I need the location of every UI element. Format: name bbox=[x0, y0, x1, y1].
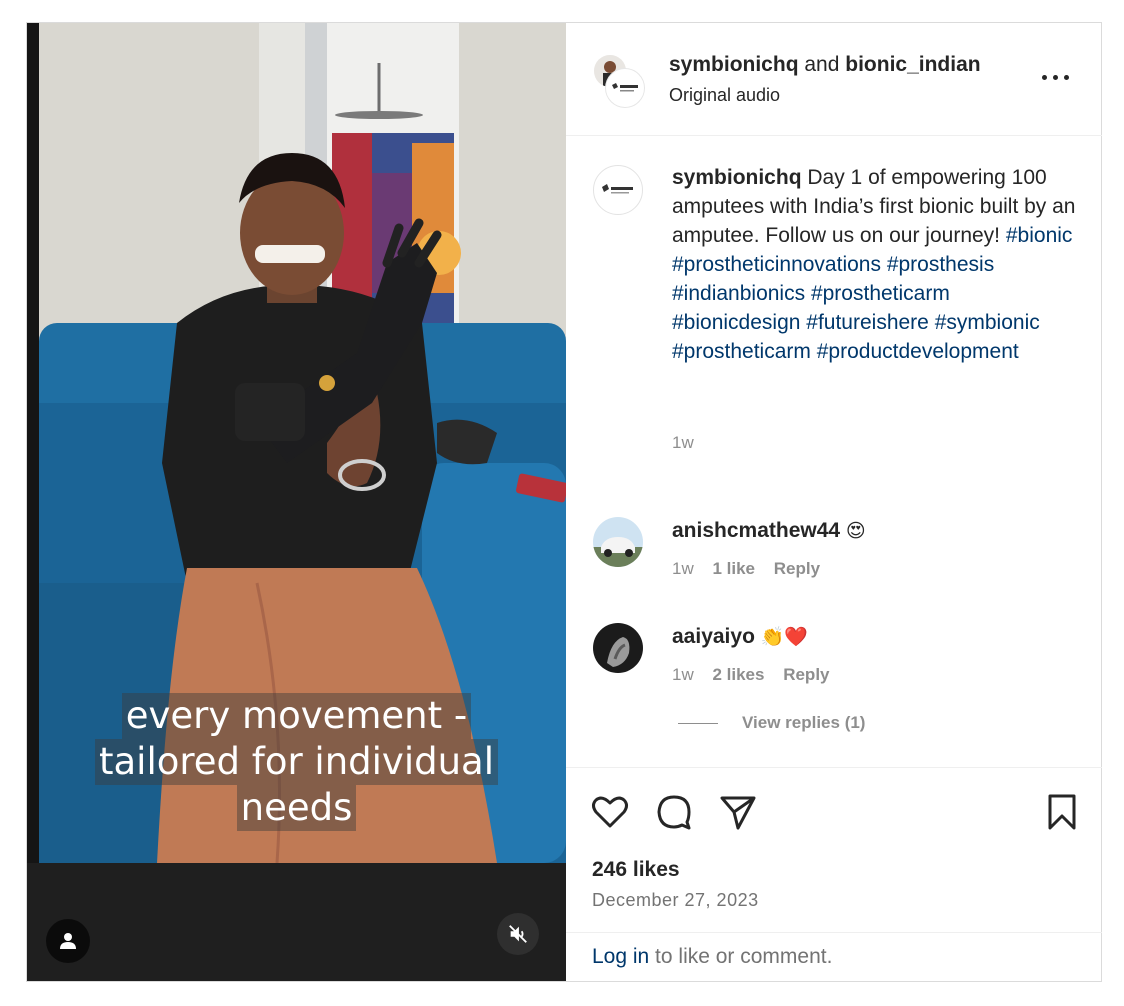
comment-body: 👏❤️ bbox=[760, 626, 809, 648]
post-card: every movement - tailored for individual… bbox=[26, 22, 1102, 982]
post-authors: symbionichq and bionic_indian bbox=[669, 53, 981, 77]
hashtag-link[interactable]: #prostheticarm bbox=[672, 340, 811, 363]
video-frame[interactable]: every movement - tailored for individual… bbox=[27, 23, 566, 863]
caption-line: needs bbox=[236, 785, 357, 831]
save-button[interactable] bbox=[1042, 792, 1082, 832]
collab-avatars[interactable] bbox=[592, 53, 644, 107]
comment-likes[interactable]: 2 likes bbox=[712, 665, 764, 684]
comment-text: anishcmathew44 😍 bbox=[672, 519, 866, 543]
video-caption: every movement - tailored for individual… bbox=[27, 693, 566, 831]
login-rest-text: to like or comment. bbox=[649, 945, 833, 968]
hashtag-link[interactable]: #prostheticinnovations bbox=[672, 253, 881, 276]
send-icon bbox=[720, 796, 756, 830]
audio-link[interactable]: Original audio bbox=[669, 85, 780, 106]
likes-count[interactable]: 246 likes bbox=[592, 858, 680, 882]
more-options-button[interactable] bbox=[1040, 65, 1072, 91]
hashtag-link[interactable]: #bionicdesign bbox=[672, 311, 800, 334]
hashtag-link[interactable]: #prosthesis bbox=[887, 253, 994, 276]
avatar[interactable] bbox=[593, 517, 643, 567]
author-link[interactable]: bionic_indian bbox=[845, 53, 980, 76]
comment-username[interactable]: aaiyaiyo bbox=[672, 625, 755, 648]
caption-line: every movement - bbox=[121, 693, 472, 739]
comments-section[interactable]: symbionichq Day 1 of empowering 100 ampu… bbox=[566, 137, 1102, 767]
comment-username[interactable]: anishcmathew44 bbox=[672, 519, 840, 542]
view-replies-button[interactable]: View replies (1) bbox=[678, 711, 865, 735]
comment-meta: 1w 1 like Reply bbox=[672, 559, 820, 579]
login-text: Log in to like or comment. bbox=[592, 945, 832, 969]
symbionic-logo-icon bbox=[612, 83, 638, 92]
hashtag-link[interactable]: #futureishere bbox=[806, 311, 929, 334]
avatar[interactable] bbox=[593, 165, 643, 215]
comment-body: 😍 bbox=[845, 520, 866, 542]
caption-line: tailored for individual bbox=[95, 739, 498, 785]
post-caption: symbionichq Day 1 of empowering 100 ampu… bbox=[672, 163, 1082, 366]
and-text: and bbox=[798, 53, 846, 76]
bookmark-icon bbox=[1048, 794, 1076, 830]
comment-button[interactable] bbox=[654, 792, 694, 832]
comment-timestamp[interactable]: 1w bbox=[672, 559, 694, 578]
hashtag-link[interactable]: #symbionic bbox=[935, 311, 1040, 334]
like-button[interactable] bbox=[590, 792, 630, 832]
comment-timestamp[interactable]: 1w bbox=[672, 665, 694, 684]
reply-button[interactable]: Reply bbox=[774, 559, 820, 578]
share-button[interactable] bbox=[718, 792, 758, 832]
tagged-users-button[interactable] bbox=[46, 919, 90, 963]
post-details-panel: symbionichq and bionic_indian Original a… bbox=[566, 23, 1102, 981]
post-date: December 27, 2023 bbox=[592, 890, 759, 910]
video-player[interactable]: every movement - tailored for individual… bbox=[27, 23, 566, 981]
comment-likes[interactable]: 1 like bbox=[712, 559, 755, 578]
reply-button[interactable]: Reply bbox=[783, 665, 829, 684]
login-link[interactable]: Log in bbox=[592, 945, 649, 968]
comment-item: anishcmathew44 😍 1w 1 like Reply bbox=[566, 517, 1102, 607]
comment-text: aaiyaiyo 👏❤️ bbox=[672, 625, 808, 649]
login-prompt: Log in to like or comment. bbox=[566, 932, 1102, 981]
avatar[interactable] bbox=[606, 69, 644, 107]
hashtag-link[interactable]: #bionic bbox=[1006, 224, 1073, 247]
post-actions: 246 likes December 27, 2023 bbox=[566, 767, 1102, 932]
comment-meta: 1w 2 likes Reply bbox=[672, 665, 830, 685]
avatar-image bbox=[593, 517, 643, 567]
person-icon bbox=[60, 933, 76, 949]
avatar-image bbox=[593, 623, 643, 673]
symbionic-logo-icon bbox=[602, 184, 633, 194]
avatar[interactable] bbox=[593, 623, 643, 673]
divider bbox=[678, 722, 718, 724]
speaker-muted-icon bbox=[509, 925, 527, 943]
hashtag-link[interactable]: #productdevelopment bbox=[817, 340, 1019, 363]
view-replies-label: View replies (1) bbox=[742, 713, 866, 732]
hashtag-link[interactable]: #indianbionics bbox=[672, 282, 805, 305]
mute-toggle-button[interactable] bbox=[497, 913, 539, 955]
hashtag-link[interactable]: #prostheticarm bbox=[811, 282, 950, 305]
caption-timestamp[interactable]: 1w bbox=[672, 433, 694, 453]
comment-item: aaiyaiyo 👏❤️ 1w 2 likes Reply bbox=[566, 623, 1102, 713]
post-header: symbionichq and bionic_indian Original a… bbox=[566, 23, 1102, 136]
author-link[interactable]: symbionichq bbox=[669, 53, 799, 76]
caption-username[interactable]: symbionichq bbox=[672, 166, 802, 189]
heart-icon bbox=[592, 796, 628, 828]
comment-icon bbox=[657, 795, 691, 830]
